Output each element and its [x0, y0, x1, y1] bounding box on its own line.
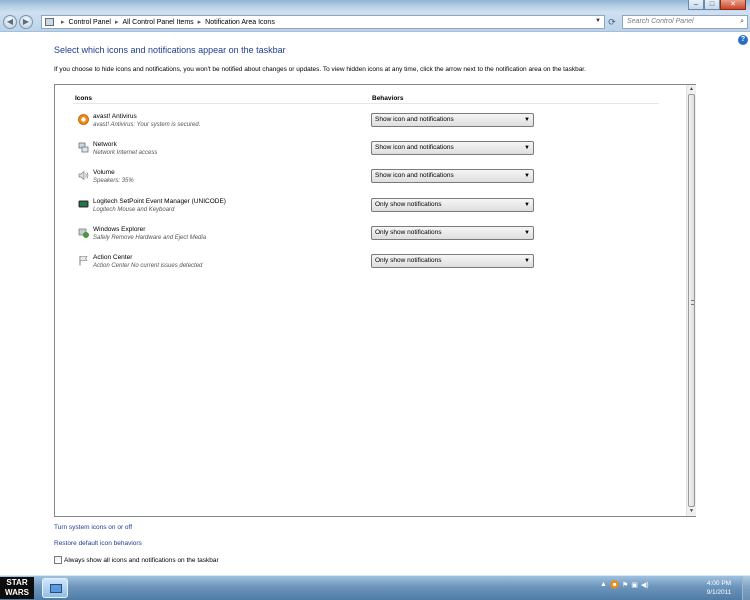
clock-time: 4:00 PM — [706, 580, 732, 587]
behaviors-column-header: Behaviors — [372, 95, 404, 102]
breadcrumb-chevron-icon[interactable]: ▸ — [61, 18, 65, 26]
list-item: Windows Explorer Safely Remove Hardware … — [75, 226, 545, 250]
start-logo: STAR WARS — [5, 578, 29, 597]
behavior-value: Only show notifications — [375, 257, 442, 264]
item-name: Volume — [93, 169, 115, 176]
list-item: Logitech SetPoint Event Manager (UNICODE… — [75, 198, 545, 222]
logitech-icon — [78, 200, 89, 208]
chevron-down-icon[interactable]: ▼ — [524, 255, 530, 267]
monitor-icon — [50, 584, 62, 593]
control-panel-icon — [45, 18, 54, 26]
taskbar-control-panel-button[interactable] — [42, 578, 68, 598]
notification-area: ▲ ⚑ ▣ ◀) — [600, 580, 649, 589]
vertical-scrollbar[interactable]: ▲ ▼ — [686, 85, 696, 516]
forward-button[interactable]: ▶ — [19, 15, 33, 29]
item-name: avast! Antivirus — [93, 113, 137, 120]
clock[interactable]: 4:00 PM 9/1/2011 — [700, 579, 738, 597]
flag-tray-icon[interactable]: ⚑ — [622, 581, 628, 589]
item-description: Logitech Mouse and Keyboard — [93, 207, 175, 213]
taskbar: STAR WARS ▲ ⚑ ▣ ◀) 4:00 PM 9/1/2011 — [0, 575, 750, 600]
item-description: Network Internet access — [93, 150, 158, 156]
item-name: Windows Explorer — [93, 226, 146, 233]
volume-icon — [78, 170, 89, 181]
scrollbar-thumb[interactable] — [688, 94, 695, 507]
list-item: avast! Antivirus avast! Antivirus: Your … — [75, 113, 545, 137]
item-name: Action Center — [93, 254, 133, 261]
item-description: avast! Antivirus: Your system is secured… — [93, 122, 201, 128]
list-item: Volume Speakers: 35% Show icon and notif… — [75, 169, 545, 193]
breadcrumb-all-items[interactable]: All Control Panel Items — [122, 19, 193, 26]
help-icon[interactable]: ? — [738, 35, 748, 45]
chevron-down-icon[interactable]: ▼ — [524, 170, 530, 182]
always-show-label[interactable]: Always show all icons and notifications … — [64, 557, 219, 564]
search-placeholder: Search Control Panel — [627, 18, 694, 25]
title-bar: – □ ✕ — [0, 0, 750, 12]
show-hidden-icons-icon[interactable]: ▲ — [600, 581, 607, 588]
clock-date: 9/1/2011 — [706, 589, 732, 596]
refresh-icon[interactable]: ⟳ — [606, 15, 618, 29]
behavior-select[interactable]: Only show notifications ▼ — [371, 198, 534, 212]
avast-tray-icon[interactable] — [610, 580, 619, 589]
icons-column-header: Icons — [75, 95, 92, 102]
behavior-select[interactable]: Only show notifications ▼ — [371, 254, 534, 268]
chevron-down-icon[interactable]: ▼ — [524, 114, 530, 126]
turn-system-icons-link[interactable]: Turn system icons on or off — [54, 524, 132, 531]
chevron-down-icon[interactable]: ▼ — [524, 227, 530, 239]
breadcrumb-chevron-icon[interactable]: ▸ — [115, 18, 119, 26]
address-dropdown-icon[interactable]: ▼ — [595, 18, 601, 24]
close-button[interactable]: ✕ — [720, 0, 746, 10]
breadcrumb-chevron-icon[interactable]: ▸ — [198, 18, 202, 26]
item-description: Speakers: 35% — [93, 178, 134, 184]
search-icon[interactable]: ⌕ — [740, 16, 744, 28]
list-item: Action Center Action Center No current i… — [75, 254, 545, 278]
item-name: Network — [93, 141, 117, 148]
intro-text: If you choose to hide icons and notifica… — [54, 66, 586, 73]
page-title: Select which icons and notifications app… — [54, 45, 286, 55]
list-item: Network Network Internet access Show ico… — [75, 141, 545, 165]
minimize-button[interactable]: – — [688, 0, 704, 10]
behavior-value: Show icon and notifications — [375, 116, 454, 123]
behavior-select[interactable]: Only show notifications ▼ — [371, 226, 534, 240]
navigation-bar: ◀ ▶ ▸ Control Panel ▸ All Control Panel … — [0, 12, 750, 32]
avast-icon — [78, 114, 89, 125]
scroll-down-icon[interactable]: ▼ — [687, 507, 696, 516]
show-desktop-button[interactable] — [742, 576, 750, 600]
search-input[interactable]: Search Control Panel ⌕ — [622, 15, 748, 29]
behavior-value: Only show notifications — [375, 229, 442, 236]
chevron-down-icon[interactable]: ▼ — [524, 199, 530, 211]
item-description: Safely Remove Hardware and Eject Media — [93, 235, 207, 241]
network-icon — [78, 142, 89, 153]
volume-tray-icon[interactable]: ◀) — [641, 581, 649, 589]
icons-list-panel: Icons Behaviors avast! Antivirus avast! … — [54, 84, 696, 517]
restore-defaults-link[interactable]: Restore default icon behaviors — [54, 540, 142, 547]
behavior-select[interactable]: Show icon and notifications ▼ — [371, 169, 534, 183]
breadcrumb-control-panel[interactable]: Control Panel — [69, 19, 111, 26]
always-show-checkbox[interactable] — [54, 556, 62, 564]
grip-icon — [691, 300, 694, 305]
address-bar[interactable]: ▸ Control Panel ▸ All Control Panel Item… — [41, 15, 605, 29]
item-name: Logitech SetPoint Event Manager (UNICODE… — [93, 198, 226, 205]
behavior-value: Show icon and notifications — [375, 144, 454, 151]
caption-buttons: – □ ✕ — [688, 0, 746, 10]
scroll-up-icon[interactable]: ▲ — [687, 85, 696, 94]
behavior-value: Show icon and notifications — [375, 172, 454, 179]
safely-remove-icon — [78, 228, 89, 238]
start-button[interactable]: STAR WARS — [0, 577, 34, 599]
back-button[interactable]: ◀ — [3, 15, 17, 29]
breadcrumb-notification-area-icons[interactable]: Notification Area Icons — [205, 19, 275, 26]
network-tray-icon[interactable]: ▣ — [631, 581, 638, 589]
maximize-button[interactable]: □ — [704, 0, 720, 10]
chevron-down-icon[interactable]: ▼ — [524, 142, 530, 154]
flag-icon — [79, 256, 88, 266]
item-description: Action Center No current issues detected — [93, 263, 203, 269]
behavior-value: Only show notifications — [375, 201, 442, 208]
behavior-select[interactable]: Show icon and notifications ▼ — [371, 141, 534, 155]
behavior-select[interactable]: Show icon and notifications ▼ — [371, 113, 534, 127]
always-show-row: Always show all icons and notifications … — [54, 556, 219, 564]
header-divider — [73, 103, 659, 104]
